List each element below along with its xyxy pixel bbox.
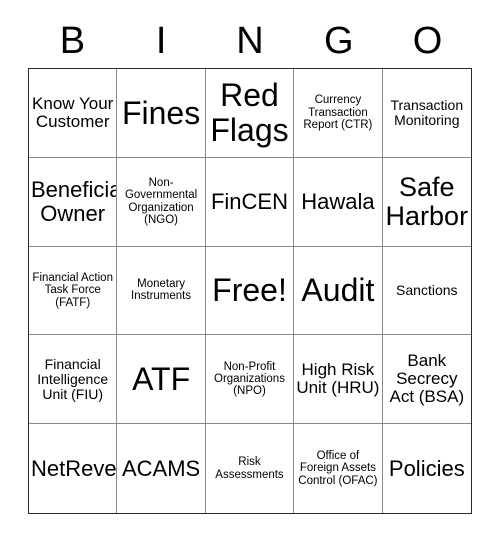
bingo-cell-label: Free! xyxy=(212,272,287,309)
bingo-cell[interactable]: Sanctions xyxy=(382,246,471,336)
bingo-header-letter-n: N xyxy=(236,20,264,62)
bingo-cell[interactable]: Fines xyxy=(117,69,206,158)
bingo-cell-label: High Risk Unit (HRU) xyxy=(296,359,380,398)
bingo-cell-label: Audit xyxy=(301,272,375,309)
bingo-cell-label: Policies xyxy=(388,455,465,481)
bingo-cell-label: Fines xyxy=(121,94,201,131)
bingo-cell-label: Sanctions xyxy=(396,281,458,298)
bingo-cell[interactable]: Bank Secrecy Act (BSA) xyxy=(382,335,471,425)
bingo-cell[interactable]: FinCEN xyxy=(205,157,295,247)
bingo-cell[interactable]: Monetary Instruments xyxy=(117,246,206,336)
bingo-cell[interactable]: Non-Governmental Organization (NGO) xyxy=(117,157,206,247)
bingo-cell-label: Bank Secrecy Act (BSA) xyxy=(389,350,465,407)
bingo-cell[interactable]: Know Your Customer xyxy=(29,69,118,158)
bingo-cell[interactable]: High Risk Unit (HRU) xyxy=(294,335,383,425)
bingo-cell[interactable]: Audit xyxy=(294,246,383,336)
bingo-cell-label: Red Flags xyxy=(210,77,289,148)
bingo-header-letter-i: I xyxy=(155,20,167,62)
bingo-cell-label: Beneficial Owner xyxy=(31,176,118,226)
bingo-card: B I N G O Know Your Customer Fines Red Flags Cu… xyxy=(0,0,500,544)
bingo-cell-label: FinCEN xyxy=(210,188,288,214)
bingo-cell[interactable]: Risk Assessments xyxy=(205,424,295,513)
bingo-cell-label: Monetary Instruments xyxy=(131,278,192,303)
bingo-grid: Know Your Customer Fines Red Flags Currency… xyxy=(28,68,472,514)
bingo-cell-label: Safe Harbor xyxy=(385,171,469,231)
bingo-cell[interactable]: Transaction Monitoring xyxy=(382,69,471,158)
bingo-header: BINGO xyxy=(28,14,472,68)
bingo-cell[interactable]: Safe Harbor xyxy=(382,157,471,247)
bingo-header-letter-g: G xyxy=(324,20,354,62)
bingo-cell-label: Non-Governmental Organization (NGO) xyxy=(124,176,198,227)
bingo-cell[interactable]: Non-Profit Organizations (NPO) xyxy=(205,335,295,425)
bingo-cell[interactable]: Currency Transaction Report (CTR) xyxy=(294,69,383,158)
bingo-cell[interactable]: Financial Action Task Force (FATF) xyxy=(29,246,118,336)
bingo-cell[interactable]: Office of Foreign Assets Control (OFAC) xyxy=(294,424,383,513)
bingo-cell-label: Office of Foreign Assets Control (OFAC) xyxy=(298,449,378,487)
bingo-cell[interactable]: NetReveal xyxy=(29,424,118,513)
bingo-cell[interactable]: Financial Intelligence Unit (FIU) xyxy=(29,335,118,425)
bingo-cell-label: Hawala xyxy=(301,188,375,214)
bingo-cell-label: Financial Action Task Force (FATF) xyxy=(32,271,113,309)
bingo-cell[interactable]: Hawala xyxy=(294,157,383,247)
bingo-cell-label: Currency Transaction Report (CTR) xyxy=(303,94,373,132)
bingo-cell[interactable]: Red Flags xyxy=(205,69,295,158)
bingo-cell[interactable]: ATF xyxy=(117,335,206,425)
bingo-cell-label: NetReveal xyxy=(31,455,117,481)
bingo-cell-label: Risk Assessments xyxy=(215,456,284,481)
bingo-cell-label: Non-Profit Organizations (NPO) xyxy=(214,360,285,398)
bingo-cell-label: Financial Intelligence Unit (FIU) xyxy=(37,355,109,402)
bingo-cell[interactable]: Policies xyxy=(382,424,471,513)
bingo-cell-label: Transaction Monitoring xyxy=(390,96,464,128)
bingo-cell[interactable]: Beneficial Owner xyxy=(29,157,118,247)
bingo-header-letter-o: O xyxy=(412,20,443,62)
bingo-cell[interactable]: ACAMS xyxy=(117,424,206,513)
bingo-cell-label: Know Your Customer xyxy=(32,93,114,131)
bingo-header-letter-b: B xyxy=(59,20,86,62)
bingo-cell-label: ATF xyxy=(132,361,191,398)
bingo-free-space[interactable]: Free! xyxy=(205,246,295,336)
bingo-cell-label: ACAMS xyxy=(121,455,201,481)
